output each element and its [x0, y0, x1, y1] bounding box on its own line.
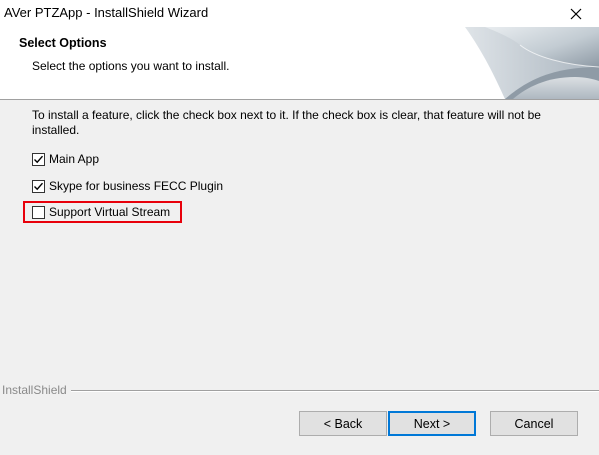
- installshield-wizard-window: AVer PTZApp - InstallShield Wizard Selec…: [0, 0, 599, 455]
- highlight-box: [23, 201, 182, 223]
- footer-separator: [2, 390, 599, 392]
- option-label-main-app: Main App: [49, 152, 100, 166]
- page-title: Select Options: [19, 36, 107, 50]
- checkbox-skype-fecc-plugin[interactable]: [32, 179, 45, 193]
- installshield-brand-label: InstallShield: [2, 383, 71, 397]
- window-title: AVer PTZApp - InstallShield Wizard: [4, 5, 209, 20]
- back-button-label: < Back: [323, 416, 363, 431]
- next-button-label: Next >: [413, 416, 451, 431]
- checkbox-main-app[interactable]: [32, 152, 45, 166]
- close-button[interactable]: [553, 0, 599, 27]
- checkmark-icon: [34, 182, 44, 190]
- installshield-banner-graphic: [465, 27, 599, 99]
- cancel-button[interactable]: Cancel: [490, 411, 578, 436]
- cancel-button-label: Cancel: [514, 416, 554, 431]
- instructions-text: To install a feature, click the check bo…: [32, 108, 541, 137]
- title-bar: AVer PTZApp - InstallShield Wizard: [0, 0, 599, 27]
- wizard-header: Select Options Select the options you wa…: [0, 27, 599, 100]
- option-label-skype-fecc-plugin: Skype for business FECC Plugin: [49, 179, 224, 193]
- close-icon: [570, 8, 582, 19]
- option-skype-fecc-plugin[interactable]: Skype for business FECC Plugin: [32, 178, 223, 194]
- page-subtitle: Select the options you want to install.: [32, 59, 230, 73]
- checkmark-icon: [34, 155, 44, 163]
- next-button[interactable]: Next >: [388, 411, 476, 436]
- option-main-app[interactable]: Main App: [32, 151, 99, 167]
- back-button[interactable]: < Back: [299, 411, 387, 436]
